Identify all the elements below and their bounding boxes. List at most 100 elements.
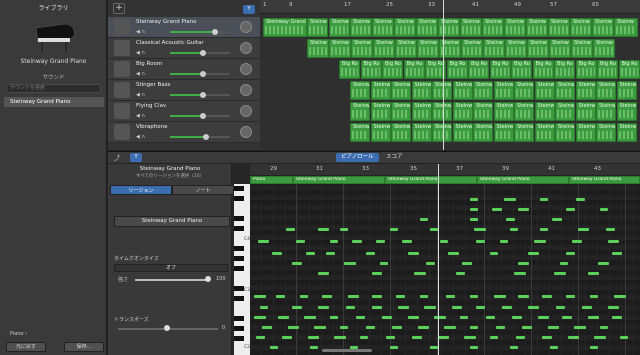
- piano-roll-ruler[interactable]: [250, 164, 640, 176]
- midi-note[interactable]: [506, 218, 515, 221]
- midi-note[interactable]: [306, 252, 315, 255]
- midi-note[interactable]: [552, 218, 562, 221]
- midi-note[interactable]: [276, 295, 285, 298]
- midi-note[interactable]: [346, 306, 355, 309]
- midi-note[interactable]: [588, 272, 599, 275]
- midi-note[interactable]: [490, 336, 498, 339]
- smart-controls-icon[interactable]: Y: [243, 5, 255, 14]
- region[interactable]: Steinw: [350, 123, 370, 142]
- mute-headphones-icon[interactable]: ◀ ∩: [136, 134, 145, 140]
- region[interactable]: Steinw: [473, 123, 493, 142]
- region[interactable]: Big Ro: [489, 60, 511, 79]
- track-volume-knob[interactable]: [203, 134, 209, 140]
- mute-headphones-icon[interactable]: ◀ ∩: [136, 92, 145, 98]
- midi-note[interactable]: [470, 346, 478, 349]
- midi-note[interactable]: [540, 198, 548, 201]
- midi-note[interactable]: [292, 262, 302, 265]
- midi-note[interactable]: [318, 228, 329, 231]
- midi-note[interactable]: [566, 295, 575, 298]
- region[interactable]: Steinw: [575, 102, 596, 121]
- midi-note[interactable]: [476, 306, 485, 309]
- midi-note[interactable]: [612, 252, 622, 255]
- midi-note[interactable]: [360, 336, 368, 339]
- region[interactable]: Big Ro: [446, 60, 468, 79]
- midi-note[interactable]: [470, 218, 478, 221]
- region[interactable]: Steinw: [473, 102, 493, 121]
- pan-knob[interactable]: [240, 105, 252, 117]
- midi-note[interactable]: [424, 306, 436, 309]
- region[interactable]: Steinw: [596, 81, 616, 100]
- midi-note[interactable]: [566, 208, 575, 211]
- mute-headphones-icon[interactable]: ◀ ∩: [136, 50, 145, 56]
- region[interactable]: Steinw: [350, 18, 372, 37]
- track-row[interactable]: Big Room ◀ ∩: [108, 59, 260, 80]
- pan-knob[interactable]: [240, 42, 252, 54]
- midi-note[interactable]: [292, 306, 302, 309]
- midi-note[interactable]: [340, 326, 348, 329]
- midi-note[interactable]: [318, 272, 329, 275]
- region[interactable]: Steinw: [350, 81, 370, 100]
- region[interactable]: Steinw: [482, 18, 504, 37]
- add-track-button[interactable]: +: [113, 3, 125, 14]
- piano-roll-region[interactable]: Steinway Grand Piano: [385, 176, 477, 184]
- midi-note[interactable]: [356, 316, 365, 319]
- tab-score[interactable]: スコア: [381, 153, 408, 162]
- midi-note[interactable]: [372, 272, 382, 275]
- midi-note[interactable]: [262, 326, 272, 329]
- region[interactable]: Steinw: [575, 123, 596, 142]
- segment-note[interactable]: ノート: [172, 185, 234, 195]
- midi-note[interactable]: [330, 316, 338, 319]
- midi-note[interactable]: [272, 252, 282, 255]
- region[interactable]: Steinw: [548, 18, 570, 37]
- region[interactable]: Steinw: [571, 39, 593, 58]
- midi-note[interactable]: [612, 316, 622, 319]
- midi-note[interactable]: [390, 346, 398, 349]
- midi-note[interactable]: [304, 316, 316, 319]
- midi-note[interactable]: [514, 272, 526, 275]
- region[interactable]: Steinw: [460, 18, 482, 37]
- region[interactable]: Steinw: [614, 18, 638, 37]
- black-key[interactable]: [234, 226, 244, 231]
- region[interactable]: Big Ro: [403, 60, 425, 79]
- editor-tool-icon[interactable]: ⤴: [114, 153, 120, 162]
- midi-note[interactable]: [334, 336, 346, 339]
- region[interactable]: Steinw: [395, 39, 417, 58]
- midi-note[interactable]: [448, 252, 459, 255]
- black-key[interactable]: [234, 256, 244, 261]
- transpose-knob[interactable]: [164, 325, 170, 331]
- midi-note[interactable]: [556, 306, 565, 309]
- midi-note[interactable]: [382, 316, 392, 319]
- midi-note[interactable]: [254, 295, 266, 298]
- track-row[interactable]: Vibraphone ◀ ∩: [108, 122, 260, 143]
- midi-note[interactable]: [572, 240, 582, 243]
- region[interactable]: Steinw: [483, 39, 505, 58]
- midi-note[interactable]: [560, 262, 568, 265]
- midi-note[interactable]: [518, 208, 529, 211]
- midi-note[interactable]: [310, 346, 318, 349]
- midi-note[interactable]: [542, 295, 552, 298]
- midi-note[interactable]: [614, 295, 626, 298]
- midi-note[interactable]: [568, 336, 579, 339]
- midi-note[interactable]: [462, 262, 472, 265]
- region[interactable]: Steinw: [514, 123, 534, 142]
- black-key[interactable]: [234, 286, 244, 291]
- region[interactable]: Big Ro: [597, 60, 618, 79]
- black-key[interactable]: [234, 316, 244, 321]
- midi-note[interactable]: [256, 336, 265, 339]
- region[interactable]: Steinw: [452, 102, 473, 121]
- midi-note[interactable]: [340, 228, 348, 231]
- midi-note[interactable]: [420, 218, 428, 221]
- midi-note[interactable]: [326, 252, 335, 255]
- midi-note[interactable]: [392, 326, 402, 329]
- pan-knob[interactable]: [240, 84, 252, 96]
- midi-note[interactable]: [386, 336, 395, 339]
- midi-note[interactable]: [608, 306, 619, 309]
- region[interactable]: Steinw: [493, 102, 514, 121]
- region[interactable]: Steinw: [411, 102, 432, 121]
- editor-smart-controls-icon[interactable]: Y: [130, 153, 142, 162]
- sound-search-input[interactable]: サウンドを検索: [6, 84, 101, 93]
- track-volume-knob[interactable]: [200, 92, 206, 98]
- region[interactable]: Big Ro: [511, 60, 532, 79]
- midi-note[interactable]: [372, 295, 382, 298]
- midi-note[interactable]: [398, 306, 409, 309]
